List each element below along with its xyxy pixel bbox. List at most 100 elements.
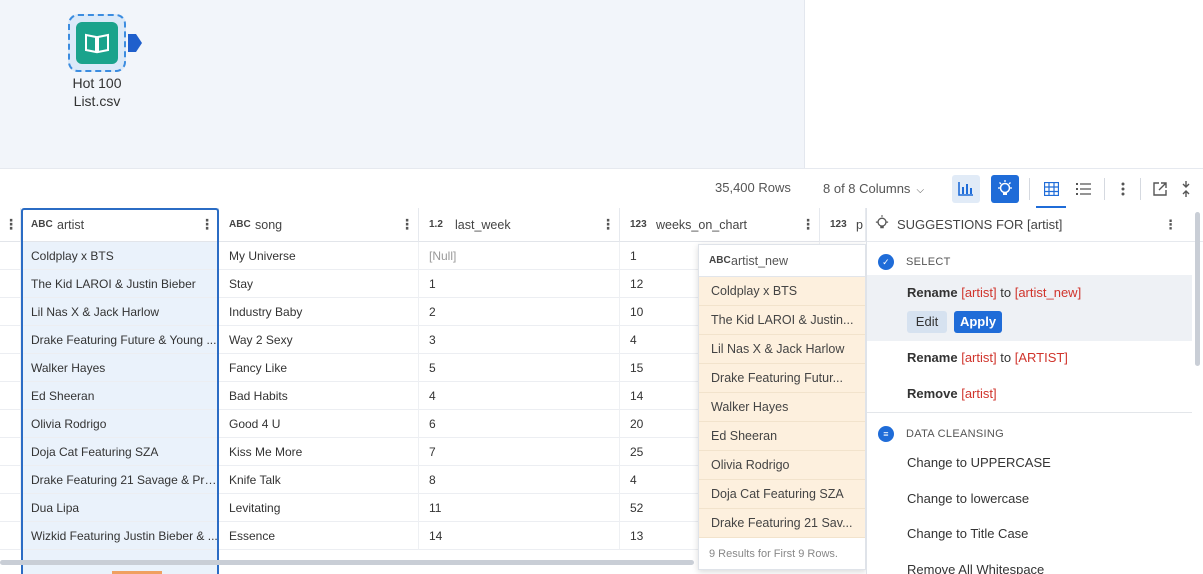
row-number-cell [0,494,21,522]
row-number-cell [0,466,21,494]
horizontal-scrollbar[interactable] [0,560,694,565]
cell-song[interactable]: Good 4 U [219,410,419,438]
cell-artist[interactable]: Doja Cat Featuring SZA [21,438,219,466]
vertical-scrollbar[interactable] [1195,212,1200,366]
row-number-cell [0,270,21,298]
column-name: weeks_on_chart [656,217,748,232]
row-number-header: ⋮ [0,208,21,242]
column-header-last_week[interactable]: 1.2 last_week ⋮ [419,208,620,242]
cleansing-section-title: ≡ DATA CLEANSING [878,426,1004,442]
remove-suggestion[interactable]: Remove [artist] [907,386,997,401]
number-type-icon: 123 [630,219,647,230]
canvas-right-area [806,0,1203,168]
select-check-icon: ✓ [878,254,894,270]
output-anchor-icon[interactable] [128,34,142,52]
string-type-icon: ABC [229,219,251,230]
column-header-p[interactable]: 123 p [820,208,866,242]
cell-last_week[interactable]: 14 [419,522,620,550]
cell-last_week[interactable]: 11 [419,494,620,522]
input-tool-node[interactable] [68,14,126,72]
cell-song[interactable]: Industry Baby [219,298,419,326]
column-menu-icon[interactable]: ⋮ [601,216,615,233]
preview-cell: Olivia Rodrigo [699,451,865,480]
remove-verb: Remove [907,386,958,401]
preview-column-popup: ABC artist_new Coldplay x BTS The Kid LAR… [698,244,866,570]
rename-suggestion-2[interactable]: Rename [artist] to [ARTIST] [907,350,1068,365]
cell-last_week[interactable]: 6 [419,410,620,438]
row-number-cell [0,242,21,270]
cell-song[interactable]: Kiss Me More [219,438,419,466]
lightbulb-icon[interactable] [991,175,1019,203]
cell-artist[interactable]: Drake Featuring 21 Savage & Pro... [21,466,219,494]
cell-song[interactable]: Stay [219,270,419,298]
apply-button[interactable]: Apply [954,311,1002,333]
cell-artist[interactable]: Lil Nas X & Jack Harlow [21,298,219,326]
column-menu-icon[interactable]: ⋮ [200,216,214,233]
bar-chart-icon[interactable] [952,175,980,203]
cleansing-item-uppercase[interactable]: Change to UPPERCASE [907,455,1051,470]
more-icon[interactable]: ⋮ [1164,217,1177,233]
cell-last_week[interactable]: 3 [419,326,620,354]
cell-song[interactable]: Essence [219,522,419,550]
column-name: last_week [455,217,511,232]
cell-song[interactable]: Knife Talk [219,466,419,494]
row-number-cell [0,438,21,466]
string-type-icon: ABC [709,255,731,266]
rows-count: 35,400 Rows [715,180,791,195]
cell-artist[interactable]: Olivia Rodrigo [21,410,219,438]
column-menu-icon[interactable]: ⋮ [400,216,414,233]
cell-last_week[interactable]: 7 [419,438,620,466]
preview-column-name: artist_new [731,253,788,268]
string-type-icon: ABC [31,219,53,230]
preview-cell: Doja Cat Featuring SZA [699,480,865,509]
cell-song[interactable]: Bad Habits [219,382,419,410]
workflow-canvas[interactable]: Hot 100 List.csv [0,0,805,168]
more-icon[interactable] [1109,175,1137,203]
cell-artist[interactable]: Drake Featuring Future & Young ... [21,326,219,354]
column-menu-icon[interactable]: ⋮ [801,216,815,233]
cell-artist[interactable]: Walker Hayes [21,354,219,382]
cell-song[interactable]: Levitating [219,494,419,522]
cleansing-item-titlecase[interactable]: Change to Title Case [907,526,1028,541]
grid-view-icon[interactable] [1037,175,1065,203]
preview-cell: Drake Featuring Futur... [699,364,865,393]
column-header-weeks_on_chart[interactable]: 123 weeks_on_chart ⋮ [620,208,820,242]
cell-artist[interactable]: The Kid LAROI & Justin Bieber [21,270,219,298]
cell-last_week[interactable]: 8 [419,466,620,494]
cell-last_week[interactable]: 5 [419,354,620,382]
preview-header: ABC artist_new [699,245,865,277]
cell-last_week[interactable]: 4 [419,382,620,410]
cell-last_week[interactable]: [Null] [419,242,620,270]
cell-last_week[interactable]: 2 [419,298,620,326]
row-number-cell [0,410,21,438]
cleansing-item-whitespace[interactable]: Remove All Whitespace [907,562,1044,574]
list-view-icon[interactable] [1069,175,1097,203]
cell-artist[interactable]: Ed Sheeran [21,382,219,410]
collapse-icon[interactable] [1172,175,1200,203]
preview-cell: Ed Sheeran [699,422,865,451]
rename-suggestion-1[interactable]: Rename [artist] to [artist_new] [907,285,1081,300]
rename-to: [artist_new] [1014,285,1082,300]
pop-out-icon[interactable] [1146,175,1174,203]
chevron-down-icon: ⌵ [916,185,925,196]
cell-artist[interactable]: Coldplay x BTS [21,242,219,270]
cell-song[interactable]: Fancy Like [219,354,419,382]
cell-song[interactable]: Way 2 Sexy [219,326,419,354]
preview-cell: Lil Nas X & Jack Harlow [699,335,865,364]
column-name: song [255,217,283,232]
edit-button[interactable]: Edit [907,311,947,333]
cell-song[interactable]: My Universe [219,242,419,270]
cleansing-item-lowercase[interactable]: Change to lowercase [907,491,1029,506]
select-title-label: SELECT [906,256,951,268]
rename-from: [artist] [961,350,997,365]
cell-artist[interactable]: Wizkid Featuring Justin Bieber & ... [21,522,219,550]
columns-dropdown-label: 8 of 8 Columns [823,181,911,196]
number-type-icon: 1.2 [429,219,443,230]
rename-from: [artist] [961,285,997,300]
column-header-song[interactable]: ABC song ⋮ [219,208,419,242]
cell-last_week[interactable]: 1 [419,270,620,298]
columns-dropdown[interactable]: 8 of 8 Columns ⌵ [823,181,924,196]
column-name: p [856,217,863,232]
cell-artist[interactable]: Dua Lipa [21,494,219,522]
column-header-artist[interactable]: ABC artist ⋮ [21,208,219,242]
